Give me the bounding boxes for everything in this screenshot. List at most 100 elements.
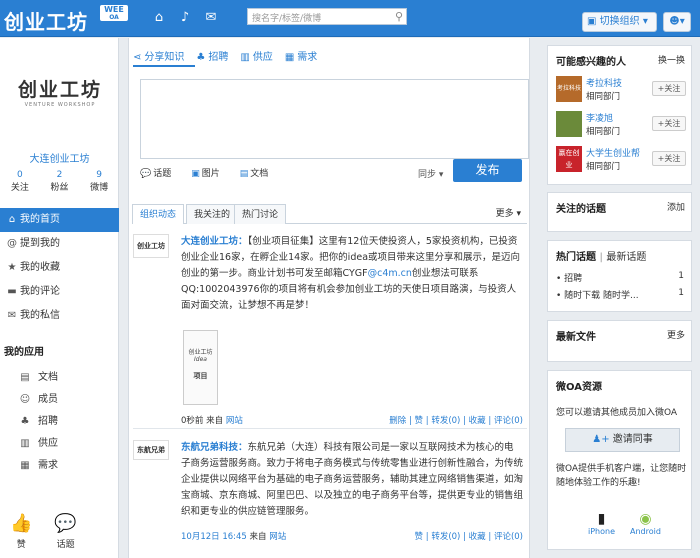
person-name[interactable]: 李凌旭 xyxy=(586,111,613,124)
feed-more-dropdown[interactable]: 更多 ▾ xyxy=(496,206,521,219)
post-image[interactable]: 创业工坊 Idea 项目 xyxy=(183,330,218,405)
more-label: 更多 xyxy=(495,209,514,219)
post-source[interactable]: 网站 xyxy=(226,416,243,426)
app-like-label: 赞 xyxy=(16,540,26,550)
stat-following[interactable]: 0 关注 xyxy=(11,170,29,193)
tab-demand[interactable]: ▦ 需求 xyxy=(285,48,317,63)
user-icon: ☻ xyxy=(669,16,680,27)
top-bar: 创业工坊 WEE OA ⌂ ♪ ✉ 搜名字/标签/微博 ⚲ ▣ 切换组织 ▾ ☻▾ xyxy=(0,0,700,37)
nav-item-mentions[interactable]: @ 提到我的 xyxy=(0,232,119,256)
composer-tools: 💬 话题 ▣ 图片 ▤ 文档 xyxy=(140,166,268,179)
main-feed-panel: ⋖ 分享知识 ♣ 招聘 ▥ 供应 ▦ 需求 💬 话题 ▣ 图片 ▤ 文档 同步 ▾ 发布 组织… xyxy=(128,38,530,558)
app-label: 文档 xyxy=(38,372,58,383)
search-placeholder: 搜名字/标签/微博 xyxy=(252,14,322,24)
like-button[interactable]: 赞 xyxy=(415,532,424,542)
post-time[interactable]: 10月12日 16:45 xyxy=(181,532,247,542)
org-name[interactable]: 大连创业工坊 xyxy=(0,150,119,165)
app-item-supply[interactable]: ▥ 供应 xyxy=(0,433,119,455)
nav-item-comments[interactable]: ▬ 我的评论 xyxy=(0,280,119,304)
comment-button[interactable]: 评论(0) xyxy=(494,532,523,542)
tab-share-knowledge[interactable]: ⋖ 分享知识 xyxy=(133,48,184,63)
avatar[interactable]: 赢在创业 xyxy=(556,146,582,172)
search-input[interactable]: 搜名字/标签/微博 ⚲ xyxy=(247,8,407,25)
source-prefix: 来自 xyxy=(206,416,224,426)
main-nav: ⌂ 我的首页 @ 提到我的 ★ 我的收藏 ▬ 我的评论 ✉ 我的私信 xyxy=(0,208,119,328)
post-actions: 赞 | 转发(0) | 收藏 | 评论(0) xyxy=(414,532,523,542)
hot-topics-tab[interactable]: 热门话题 xyxy=(556,252,596,263)
avatar[interactable] xyxy=(556,111,582,137)
invite-colleagues-button[interactable]: ♟+ 邀请同事 xyxy=(565,428,680,452)
person-name[interactable]: 大学生创业帮 xyxy=(586,146,640,159)
person-name[interactable]: 考拉科技 xyxy=(586,76,622,89)
stat-fans[interactable]: 2 粉丝 xyxy=(50,170,68,193)
delete-button[interactable]: 删除 xyxy=(389,416,406,426)
org-logo-sub: VENTURE WORKSHOP xyxy=(24,102,96,108)
app-item-demand[interactable]: ▦ 需求 xyxy=(0,455,119,477)
app-topic[interactable]: 💬 话题 xyxy=(54,513,76,550)
author-avatar[interactable]: 东航兄弟 xyxy=(133,440,169,460)
insert-topic-button[interactable]: 💬 话题 xyxy=(140,166,171,179)
nav-item-home[interactable]: ⌂ 我的首页 xyxy=(0,208,119,232)
nav-item-favorites[interactable]: ★ 我的收藏 xyxy=(0,256,119,280)
image-icon: ▣ xyxy=(191,169,200,179)
follow-button[interactable]: +关注 xyxy=(652,81,686,96)
feed-tabs: 组织动态 我关注的 热门讨论 更多 ▾ xyxy=(132,204,527,224)
tab-separator: | xyxy=(599,252,603,263)
app-item-members[interactable]: ☺ 成员 xyxy=(0,389,119,411)
search-icon[interactable]: ⚲ xyxy=(395,10,403,23)
nav-item-messages[interactable]: ✉ 我的私信 xyxy=(0,304,119,328)
add-topic-button[interactable]: 添加 xyxy=(667,200,685,213)
user-menu-button[interactable]: ☻▾ xyxy=(663,12,691,32)
post-source[interactable]: 网站 xyxy=(269,532,286,542)
stat-posts[interactable]: 9 微博 xyxy=(90,170,108,193)
post-author[interactable]: 东航兄弟科技： xyxy=(181,442,248,453)
favorite-button[interactable]: 收藏 xyxy=(469,416,486,426)
tab-recruit[interactable]: ♣ 招聘 xyxy=(196,48,228,63)
android-download[interactable]: ◉ Android xyxy=(630,511,661,536)
suggested-person: 赢在创业 大学生创业帮 相同部门 +关注 xyxy=(556,146,688,176)
home-icon[interactable]: ⌂ xyxy=(151,10,167,26)
post-body: 东航兄弟科技：东航兄弟（大连）科技有限公司是一家以互联网技术为核心的电子商务运营… xyxy=(181,440,523,520)
email-link[interactable]: @c4m.cn xyxy=(368,268,412,279)
follow-button[interactable]: +关注 xyxy=(652,151,686,166)
avatar[interactable]: 考拉科技 xyxy=(556,76,582,102)
app-like[interactable]: 👍 赞 xyxy=(10,513,32,550)
demand-icon: ▦ xyxy=(20,460,30,471)
publish-button[interactable]: 发布 xyxy=(453,159,522,182)
hot-topic-item[interactable]: • 随时下载 随时学... 1 xyxy=(556,288,688,301)
post-author[interactable]: 大连创业工坊： xyxy=(181,236,248,247)
insert-image-button[interactable]: ▣ 图片 xyxy=(191,166,220,179)
bell-icon[interactable]: ♪ xyxy=(177,10,193,26)
envelope-icon[interactable]: ✉ xyxy=(203,10,219,26)
files-more-link[interactable]: 更多 xyxy=(667,328,685,341)
switch-org-button[interactable]: ▣ 切换组织 ▾ xyxy=(582,12,657,32)
insert-document-button[interactable]: ▤ 文档 xyxy=(240,166,269,179)
tab-following[interactable]: 我关注的 xyxy=(186,204,239,224)
invite-text: 您可以邀请其他成员加入微OA xyxy=(556,408,678,418)
tab-label: 招聘 xyxy=(208,52,229,63)
follow-button[interactable]: +关注 xyxy=(652,116,686,131)
tab-org-activity[interactable]: 组织动态 xyxy=(132,204,185,224)
chevron-down-icon: ▾ xyxy=(438,170,444,180)
app-title[interactable]: 创业工坊 xyxy=(4,6,88,35)
tab-hot-discussions[interactable]: 热门讨论 xyxy=(234,204,287,224)
tab-supply[interactable]: ▥ 供应 xyxy=(240,48,272,63)
iphone-download[interactable]: ▮ iPhone xyxy=(588,511,615,536)
post-textarea[interactable] xyxy=(140,79,529,159)
sync-dropdown[interactable]: 同步 ▾ xyxy=(418,167,443,180)
latest-files-panel: 最新文件 更多 xyxy=(547,320,692,362)
composer-tabs: ⋖ 分享知识 ♣ 招聘 ▥ 供应 ▦ 需求 xyxy=(133,48,317,63)
author-avatar[interactable]: 创业工坊 xyxy=(133,234,169,258)
latest-files-title: 最新文件 xyxy=(556,332,596,343)
repost-button[interactable]: 转发(0) xyxy=(431,532,460,542)
latest-topics-tab[interactable]: 最新话题 xyxy=(606,252,646,263)
repost-button[interactable]: 转发(0) xyxy=(431,416,460,426)
app-item-recruit[interactable]: ♣ 招聘 xyxy=(0,411,119,433)
refresh-button[interactable]: 换一换 xyxy=(658,53,685,66)
comment-button[interactable]: 评论(0) xyxy=(494,416,523,426)
favorite-button[interactable]: 收藏 xyxy=(469,532,486,542)
like-button[interactable]: 赞 xyxy=(415,416,424,426)
stat-count: 2 xyxy=(56,170,63,180)
app-item-documents[interactable]: ▤ 文档 xyxy=(0,367,119,389)
hot-topic-item[interactable]: • 招聘 1 xyxy=(556,271,688,284)
